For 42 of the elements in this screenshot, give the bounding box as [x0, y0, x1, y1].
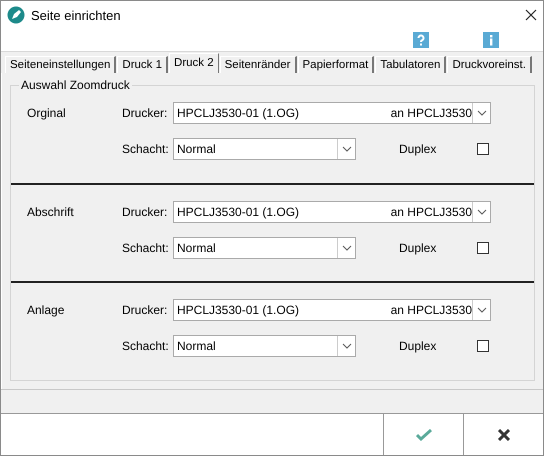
tab[interactable]: Seiteneinstellungen	[5, 56, 116, 73]
chevron-down-icon	[476, 110, 486, 116]
section-label: Orginal	[27, 106, 67, 120]
section-label: Anlage	[27, 303, 66, 318]
chevron-down-icon	[476, 307, 486, 314]
printer-dropdown[interactable]: HPCLJ3530-01 (1.OG) an HPCLJ3530	[173, 102, 491, 124]
duplex-label: Duplex	[399, 240, 438, 255]
close-icon[interactable]	[525, 9, 537, 21]
close-icon	[498, 428, 510, 440]
tray-label: Schacht:	[122, 339, 170, 354]
section-label: Abschrift	[27, 204, 75, 219]
window-title: Seite einrichten	[31, 8, 122, 22]
help-icon[interactable]	[413, 32, 429, 48]
chevron-down-icon	[476, 208, 486, 215]
tab[interactable]: Papierformat	[298, 56, 374, 73]
printer-dropdown[interactable]: HPCLJ3530-01 (1.OG) an HPCLJ3530	[173, 299, 491, 322]
tray-dropdown[interactable]: Normal	[173, 138, 356, 160]
pen-icon	[7, 6, 25, 24]
tray-label: Schacht:	[122, 142, 170, 156]
tab[interactable]: Druck 2	[169, 53, 219, 73]
tab[interactable]: Druck 1	[117, 56, 168, 73]
tray-label: Schacht:	[122, 240, 170, 255]
chevron-down-icon	[342, 343, 352, 350]
tab[interactable]: Druckvoreinst.	[447, 56, 532, 73]
chevron-down-icon	[342, 244, 352, 251]
chevron-down-icon	[342, 146, 352, 152]
duplex-checkbox[interactable]	[477, 143, 489, 155]
group-title: Auswahl Zoomdruck	[19, 78, 132, 92]
printer-label: Drucker:	[122, 204, 168, 219]
info-icon[interactable]	[483, 32, 499, 48]
printer-label: Drucker:	[122, 106, 168, 120]
printer-dropdown[interactable]: HPCLJ3530-01 (1.OG) an HPCLJ3530	[173, 200, 491, 223]
duplex-label: Duplex	[399, 339, 438, 354]
tab[interactable]: Tabulatoren	[375, 56, 446, 73]
duplex-checkbox[interactable]	[477, 242, 489, 254]
tray-dropdown[interactable]: Normal	[173, 236, 356, 259]
tray-dropdown[interactable]: Normal	[173, 335, 356, 358]
tab[interactable]: Seitenränder	[220, 56, 296, 73]
duplex-checkbox[interactable]	[477, 340, 489, 352]
duplex-label: Duplex	[399, 142, 438, 156]
printer-label: Drucker:	[122, 303, 168, 318]
checkmark-icon	[416, 428, 432, 440]
